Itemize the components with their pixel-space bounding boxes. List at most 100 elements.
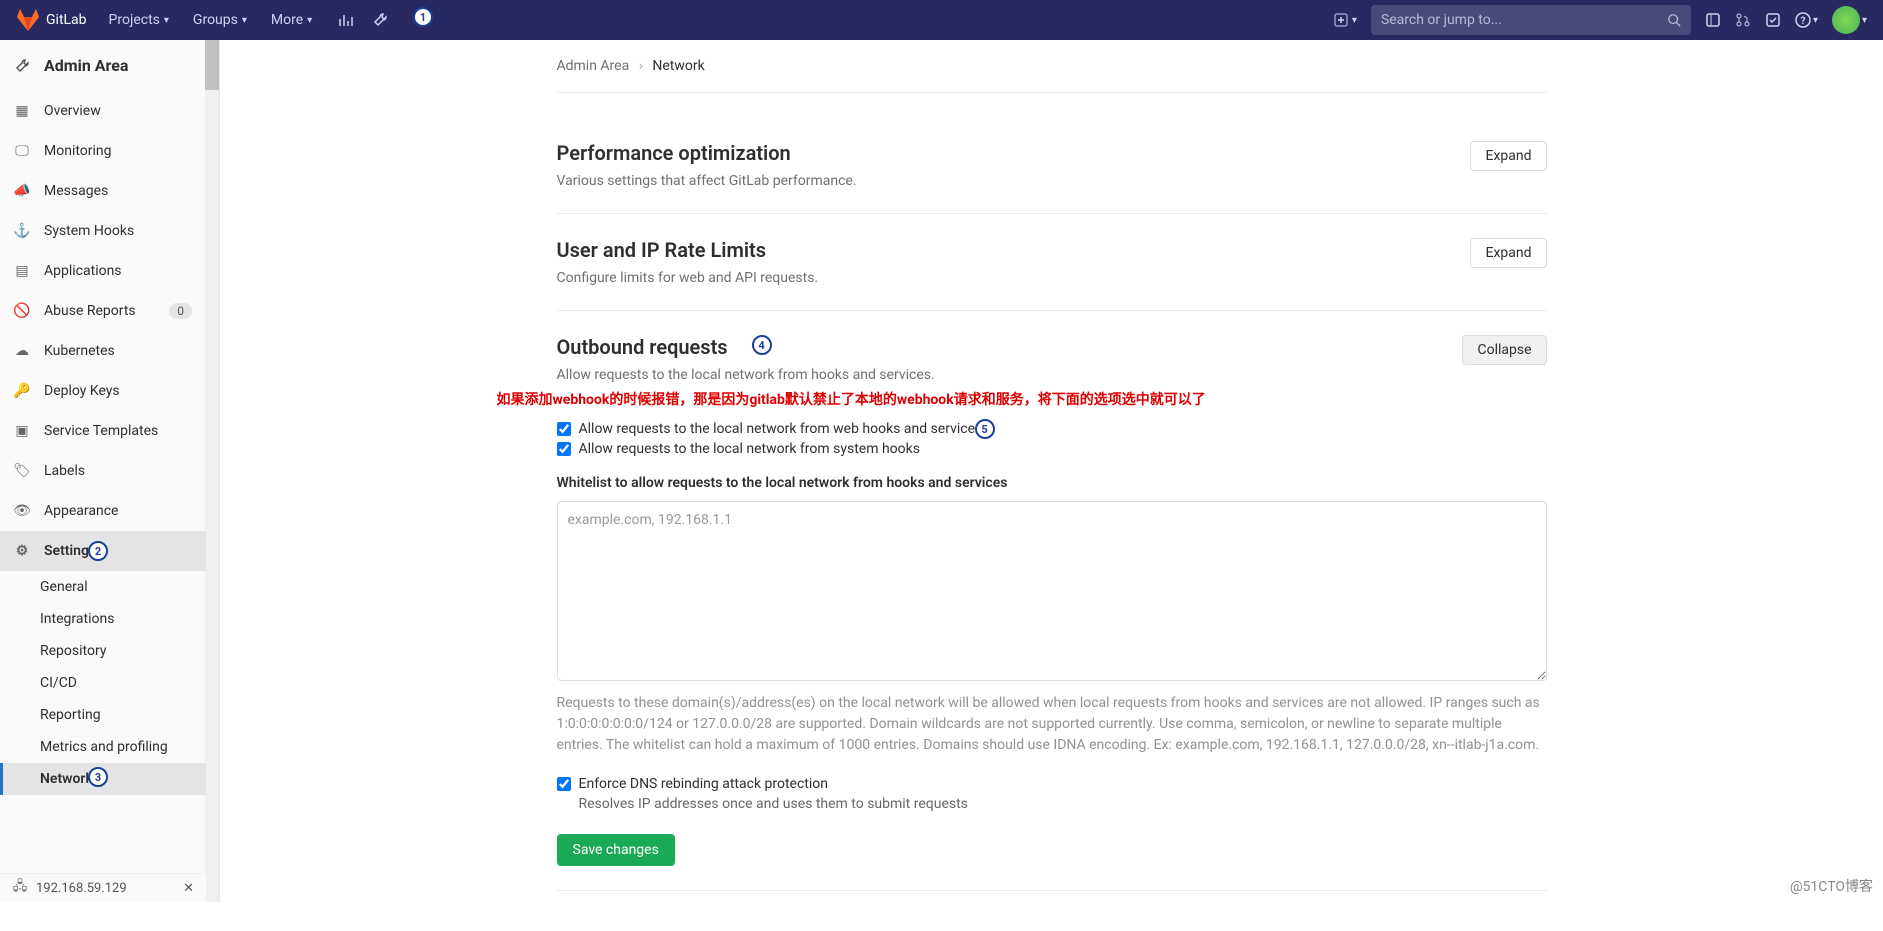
whitelist-help: Requests to these domain(s)/address(es) … — [557, 693, 1547, 756]
sidebar-item-messages[interactable]: 📣Messages — [0, 171, 206, 211]
checkbox-row-systemhooks: Allow requests to the local network from… — [557, 441, 1547, 457]
checkbox-allow-systemhooks[interactable] — [557, 442, 571, 456]
todo-icon[interactable] — [1765, 12, 1781, 28]
checkbox-allow-webhooks[interactable] — [557, 422, 571, 436]
top-nav: Projects▾ Groups▾ More▾ — [99, 4, 323, 36]
checkbox-row-webhooks: Allow requests to the local network from… — [557, 421, 1547, 437]
save-button[interactable]: Save changes — [557, 834, 675, 866]
whitelist-textarea[interactable] — [557, 501, 1547, 681]
nav-projects[interactable]: Projects▾ — [99, 4, 179, 36]
sidebar-item-kubernetes[interactable]: ☁Kubernetes — [0, 331, 206, 371]
scrollbar-track[interactable] — [205, 40, 219, 902]
top-right: ▾ ?▾ ▾ — [1334, 5, 1867, 35]
breadcrumb-current: Network — [652, 58, 704, 74]
nav-more[interactable]: More▾ — [261, 4, 322, 36]
sidebar-item-settings[interactable]: ⚙Settings 2 — [0, 531, 206, 571]
cloud-icon: ☁ — [14, 343, 30, 359]
key-icon: 🔑 — [14, 383, 30, 399]
sidebar-title[interactable]: Admin Area — [0, 40, 206, 91]
annotation-marker-5: 5 — [975, 419, 995, 439]
sidebar-sub-reporting[interactable]: Reporting — [0, 699, 206, 731]
sidebar-sub-cicd[interactable]: CI/CD — [0, 667, 206, 699]
expand-button[interactable]: Expand — [1470, 141, 1546, 171]
search-box[interactable] — [1371, 5, 1691, 35]
annotation-marker-2: 2 — [88, 541, 108, 561]
sidebar-item-service-templates[interactable]: ▣Service Templates — [0, 411, 206, 451]
section-performance: Performance optimization Various setting… — [557, 117, 1547, 214]
sidebar-sub-metrics[interactable]: Metrics and profiling — [0, 731, 206, 763]
sidebar-item-overview[interactable]: ▦Overview — [0, 91, 206, 131]
server-icon: 🖧 — [12, 880, 28, 896]
chevron-down-icon: ▾ — [1352, 15, 1357, 26]
megaphone-icon: 📣 — [14, 183, 30, 199]
section-desc: Configure limits for web and API request… — [557, 270, 1471, 286]
section-desc: Allow requests to the local network from… — [557, 367, 1451, 383]
appearance-icon: 👁 — [14, 503, 30, 519]
sidebar-item-monitoring[interactable]: 🖵Monitoring — [0, 131, 206, 171]
grid-icon: ▦ — [14, 103, 30, 119]
svg-text:?: ? — [1800, 16, 1805, 27]
template-icon: ▣ — [14, 423, 30, 439]
sidebar-item-labels[interactable]: 🏷Labels — [0, 451, 206, 491]
main-content: Admin Area › Network Performance optimiz… — [220, 40, 1883, 931]
section-rate-limits: User and IP Rate Limits Configure limits… — [557, 214, 1547, 311]
merge-request-icon[interactable] — [1735, 12, 1751, 28]
annotation-text: 如果添加webhook的时候报错，那是因为gitlab默认禁止了本地的webho… — [497, 389, 1487, 409]
footer-ip-text: 192.168.59.129 — [36, 881, 127, 896]
scrollbar-thumb[interactable] — [205, 40, 219, 90]
sidebar-sub-repository[interactable]: Repository — [0, 635, 206, 667]
issues-icon[interactable] — [1705, 12, 1721, 28]
checkbox-label[interactable]: Allow requests to the local network from… — [579, 441, 920, 457]
annotation-marker-1: 1 — [413, 7, 433, 27]
annotation-marker-4: 4 — [752, 335, 772, 355]
sidebar-sub-general[interactable]: General — [0, 571, 206, 603]
search-icon[interactable] — [1667, 13, 1681, 27]
section-title: User and IP Rate Limits — [557, 238, 1471, 262]
checkbox-dns-rebinding[interactable] — [557, 777, 571, 791]
wrench-icon[interactable] — [372, 12, 388, 28]
wrench-icon — [14, 58, 30, 74]
chevron-down-icon: ▾ — [164, 15, 169, 26]
activity-icon[interactable] — [338, 12, 354, 28]
settings-icon: ⚙ — [14, 543, 30, 559]
sidebar-item-deploy-keys[interactable]: 🔑Deploy Keys — [0, 371, 206, 411]
chevron-down-icon: ▾ — [307, 15, 312, 26]
checkbox-row-dns: Enforce DNS rebinding attack protection — [557, 776, 1547, 792]
gitlab-logo[interactable]: GitLab — [16, 8, 87, 32]
section-outbound: Outbound requests 4 Allow requests to th… — [557, 311, 1547, 891]
chevron-right-icon: › — [639, 58, 643, 74]
abuse-icon: 🚫 — [14, 303, 30, 319]
section-desc: Various settings that affect GitLab perf… — [557, 173, 1471, 189]
section-title: Outbound requests — [557, 335, 1451, 359]
sidebar-item-applications[interactable]: ▤Applications — [0, 251, 206, 291]
nav-groups[interactable]: Groups▾ — [183, 4, 257, 36]
hook-icon: ⚓ — [14, 223, 30, 239]
sidebar-sub-integrations[interactable]: Integrations — [0, 603, 206, 635]
expand-button[interactable]: Expand — [1470, 238, 1546, 268]
footer-ip-bar[interactable]: 🖧 192.168.59.129 ✕ — [0, 873, 206, 902]
top-icon-group — [338, 12, 388, 28]
user-avatar-dropdown[interactable]: ▾ — [1832, 6, 1867, 34]
chevron-down-icon: ▾ — [1862, 15, 1867, 26]
search-input[interactable] — [1381, 12, 1667, 28]
collapse-button[interactable]: Collapse — [1462, 335, 1546, 365]
section-title: Performance optimization — [557, 141, 1471, 165]
whitelist-label: Whitelist to allow requests to the local… — [557, 475, 1547, 491]
monitor-icon: 🖵 — [14, 143, 30, 159]
close-icon[interactable]: ✕ — [183, 881, 194, 896]
plus-dropdown[interactable]: ▾ — [1334, 13, 1357, 27]
sidebar-item-abuse-reports[interactable]: 🚫Abuse Reports0 — [0, 291, 206, 331]
watermark: @51CTO博客 — [1790, 876, 1873, 896]
breadcrumb-root[interactable]: Admin Area — [557, 58, 630, 74]
sidebar-item-appearance[interactable]: 👁Appearance — [0, 491, 206, 531]
avatar — [1832, 6, 1860, 34]
sidebar-sub-network[interactable]: Network 3 — [0, 763, 206, 795]
checkbox-label[interactable]: Enforce DNS rebinding attack protection — [579, 776, 829, 792]
checkbox-label[interactable]: Allow requests to the local network from… — [579, 421, 983, 437]
sidebar: Admin Area ▦Overview 🖵Monitoring 📣Messag… — [0, 40, 220, 902]
chevron-down-icon: ▾ — [242, 15, 247, 26]
apps-icon: ▤ — [14, 263, 30, 279]
help-dropdown[interactable]: ?▾ — [1795, 12, 1818, 28]
sidebar-item-system-hooks[interactable]: ⚓System Hooks — [0, 211, 206, 251]
gitlab-icon — [16, 8, 40, 32]
